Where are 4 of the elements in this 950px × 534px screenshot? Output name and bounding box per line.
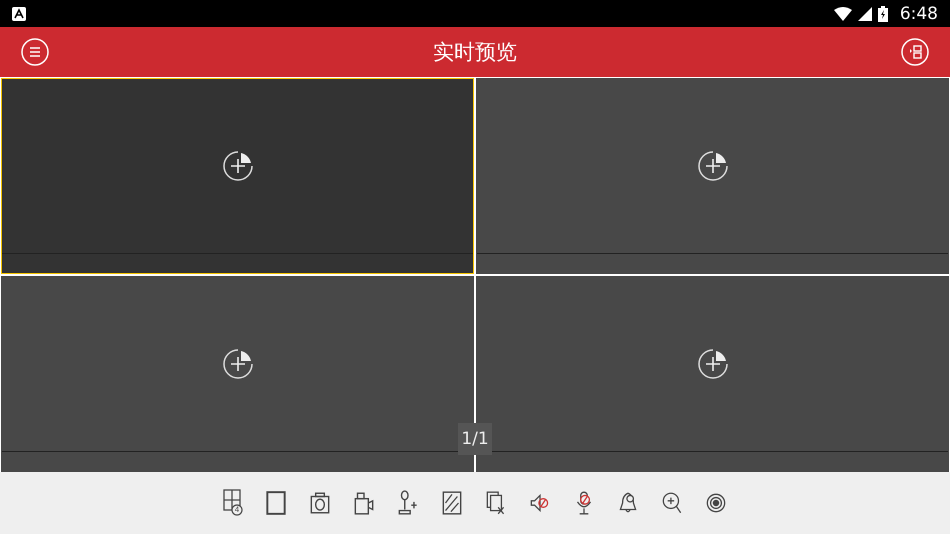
layout-count: 4 (234, 505, 240, 514)
page-indicator: 1/1 (458, 423, 492, 455)
clock: 6:48 (900, 4, 938, 24)
page-title: 实时预览 (433, 39, 517, 66)
